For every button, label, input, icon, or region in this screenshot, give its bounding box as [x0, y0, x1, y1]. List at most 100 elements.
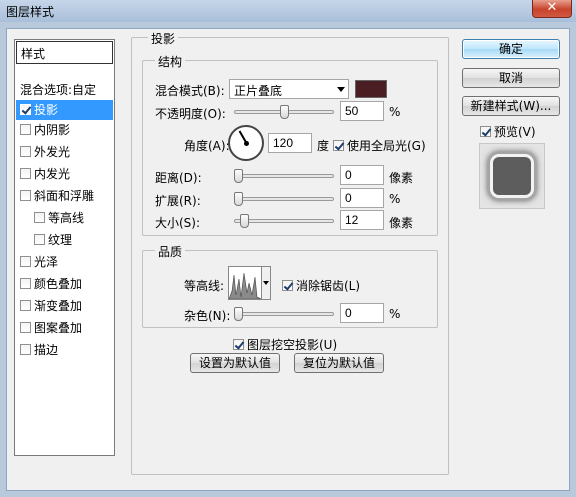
- window-title: 图层样式: [6, 5, 55, 19]
- style-checkbox-icon[interactable]: [20, 322, 31, 333]
- style-list-item-label: 外发光: [34, 145, 71, 159]
- style-list: 样式 混合选项:自定投影内阴影外发光内发光斜面和浮雕等高线纹理光泽颜色叠加渐变叠…: [14, 39, 115, 456]
- style-list-item[interactable]: 斜面和浮雕: [16, 186, 113, 206]
- set-default-button[interactable]: 设置为默认值: [190, 353, 280, 373]
- style-checkbox-icon[interactable]: [20, 146, 31, 157]
- contour-picker[interactable]: [228, 266, 262, 300]
- antialias-checkbox[interactable]: 消除锯齿(L): [282, 277, 360, 294]
- style-list-item-label: 混合选项:自定: [20, 83, 97, 97]
- antialias-check-icon[interactable]: [282, 280, 293, 291]
- opacity-input[interactable]: [340, 101, 384, 121]
- style-checkbox-icon[interactable]: [20, 300, 31, 311]
- size-label: 大小(S):: [155, 216, 201, 230]
- title-bar: 图层样式 ✕: [0, 0, 576, 22]
- style-list-item[interactable]: 投影: [16, 100, 113, 120]
- knockout-check-icon[interactable]: [233, 339, 244, 350]
- style-checkbox-icon[interactable]: [20, 190, 31, 201]
- noise-unit: %: [389, 307, 401, 321]
- knockout-checkbox[interactable]: 图层挖空投影(U): [233, 336, 337, 353]
- distance-label: 距离(D):: [155, 171, 202, 185]
- preview-label: 预览(V): [494, 125, 536, 139]
- new-style-button[interactable]: 新建样式(W)...: [462, 96, 560, 116]
- style-checkbox-icon[interactable]: [20, 168, 31, 179]
- style-checkbox-icon[interactable]: [20, 104, 31, 115]
- angle-dial[interactable]: [228, 125, 264, 161]
- style-checkbox-icon[interactable]: [34, 212, 45, 223]
- noise-input[interactable]: [340, 303, 384, 323]
- knockout-label: 图层挖空投影(U): [247, 338, 338, 352]
- drop-shadow-title: 投影: [148, 30, 179, 47]
- size-unit: 像素: [389, 216, 414, 230]
- distance-slider-thumb[interactable]: [234, 169, 243, 183]
- angle-center-dot: [244, 141, 249, 146]
- size-slider[interactable]: [234, 214, 334, 228]
- reset-default-button[interactable]: 复位为默认值: [294, 353, 384, 373]
- blend-mode-value: 正片叠底: [234, 84, 283, 98]
- spread-label: 扩展(R):: [155, 194, 201, 208]
- spread-input[interactable]: [340, 188, 384, 208]
- blend-mode-label: 混合模式(B):: [155, 84, 225, 98]
- distance-slider[interactable]: [234, 169, 334, 183]
- spread-slider-thumb[interactable]: [234, 192, 243, 206]
- style-list-item[interactable]: 外发光: [16, 142, 113, 162]
- opacity-slider[interactable]: [234, 105, 334, 119]
- style-list-item-label: 颜色叠加: [34, 277, 83, 291]
- blend-mode-select[interactable]: 正片叠底: [229, 79, 349, 99]
- style-list-item-label: 斜面和浮雕: [34, 189, 95, 203]
- preview-thumbnail: [490, 154, 534, 198]
- style-list-item[interactable]: 混合选项:自定: [16, 80, 113, 100]
- global-light-label: 使用全局光(G): [347, 139, 426, 153]
- style-list-item[interactable]: 光泽: [16, 252, 113, 272]
- style-preview: [479, 143, 545, 209]
- chevron-down-icon: [337, 87, 345, 92]
- global-light-check-icon[interactable]: [333, 140, 344, 151]
- style-checkbox-icon[interactable]: [20, 344, 31, 355]
- preview-check-icon[interactable]: [480, 126, 491, 137]
- cancel-button[interactable]: 取消: [462, 68, 560, 88]
- shadow-color-swatch[interactable]: [355, 80, 387, 98]
- opacity-unit: %: [389, 105, 401, 119]
- style-list-item-label: 内阴影: [34, 123, 71, 137]
- spread-slider[interactable]: [234, 192, 334, 206]
- style-list-item[interactable]: 内阴影: [16, 120, 113, 140]
- antialias-label: 消除锯齿(L): [296, 279, 361, 293]
- noise-slider[interactable]: [234, 307, 334, 321]
- style-checkbox-icon[interactable]: [20, 124, 31, 135]
- style-list-item[interactable]: 纹理: [16, 230, 113, 250]
- style-list-item-label: 内发光: [34, 167, 71, 181]
- style-checkbox-icon[interactable]: [34, 234, 45, 245]
- style-list-item[interactable]: 图案叠加: [16, 318, 113, 338]
- dialog-body: 样式 混合选项:自定 投影 内阴影 外发光 内发光 斜面和浮雕 等高线 纹理 光泽 颜色叠加 渐变叠…: [6, 28, 570, 491]
- structure-title: 结构: [155, 53, 186, 70]
- style-list-item[interactable]: 颜色叠加: [16, 274, 113, 294]
- style-list-item[interactable]: 描边: [16, 340, 113, 360]
- style-list-item[interactable]: 渐变叠加: [16, 296, 113, 316]
- contour-dropdown[interactable]: [261, 266, 271, 300]
- size-slider-thumb[interactable]: [240, 214, 249, 228]
- noise-label: 杂色(N):: [184, 309, 231, 323]
- distance-unit: 像素: [389, 171, 414, 185]
- style-checkbox-icon[interactable]: [20, 256, 31, 267]
- style-list-item-label: 渐变叠加: [34, 299, 83, 313]
- size-input[interactable]: [340, 210, 384, 230]
- angle-unit: 度: [317, 139, 330, 153]
- chevron-down-icon: [263, 281, 269, 285]
- distance-input[interactable]: [340, 165, 384, 185]
- contour-label: 等高线:: [184, 279, 225, 293]
- noise-slider-thumb[interactable]: [234, 307, 243, 321]
- style-list-item[interactable]: 内发光: [16, 164, 113, 184]
- style-list-header[interactable]: 样式: [16, 41, 113, 64]
- style-list-item-label: 光泽: [34, 255, 59, 269]
- close-button[interactable]: ✕: [532, 0, 572, 18]
- preview-checkbox[interactable]: 预览(V): [480, 123, 536, 140]
- global-light-checkbox[interactable]: 使用全局光(G): [333, 137, 426, 154]
- opacity-slider-thumb[interactable]: [280, 105, 289, 119]
- angle-input[interactable]: [268, 133, 312, 153]
- style-list-item-label: 描边: [34, 343, 59, 357]
- style-list-item[interactable]: 等高线: [16, 208, 113, 228]
- angle-label: 角度(A):: [184, 139, 230, 153]
- style-checkbox-icon[interactable]: [20, 278, 31, 289]
- ok-button[interactable]: 确定: [462, 39, 560, 59]
- spread-unit: %: [389, 192, 401, 206]
- style-list-item-label: 等高线: [48, 211, 85, 225]
